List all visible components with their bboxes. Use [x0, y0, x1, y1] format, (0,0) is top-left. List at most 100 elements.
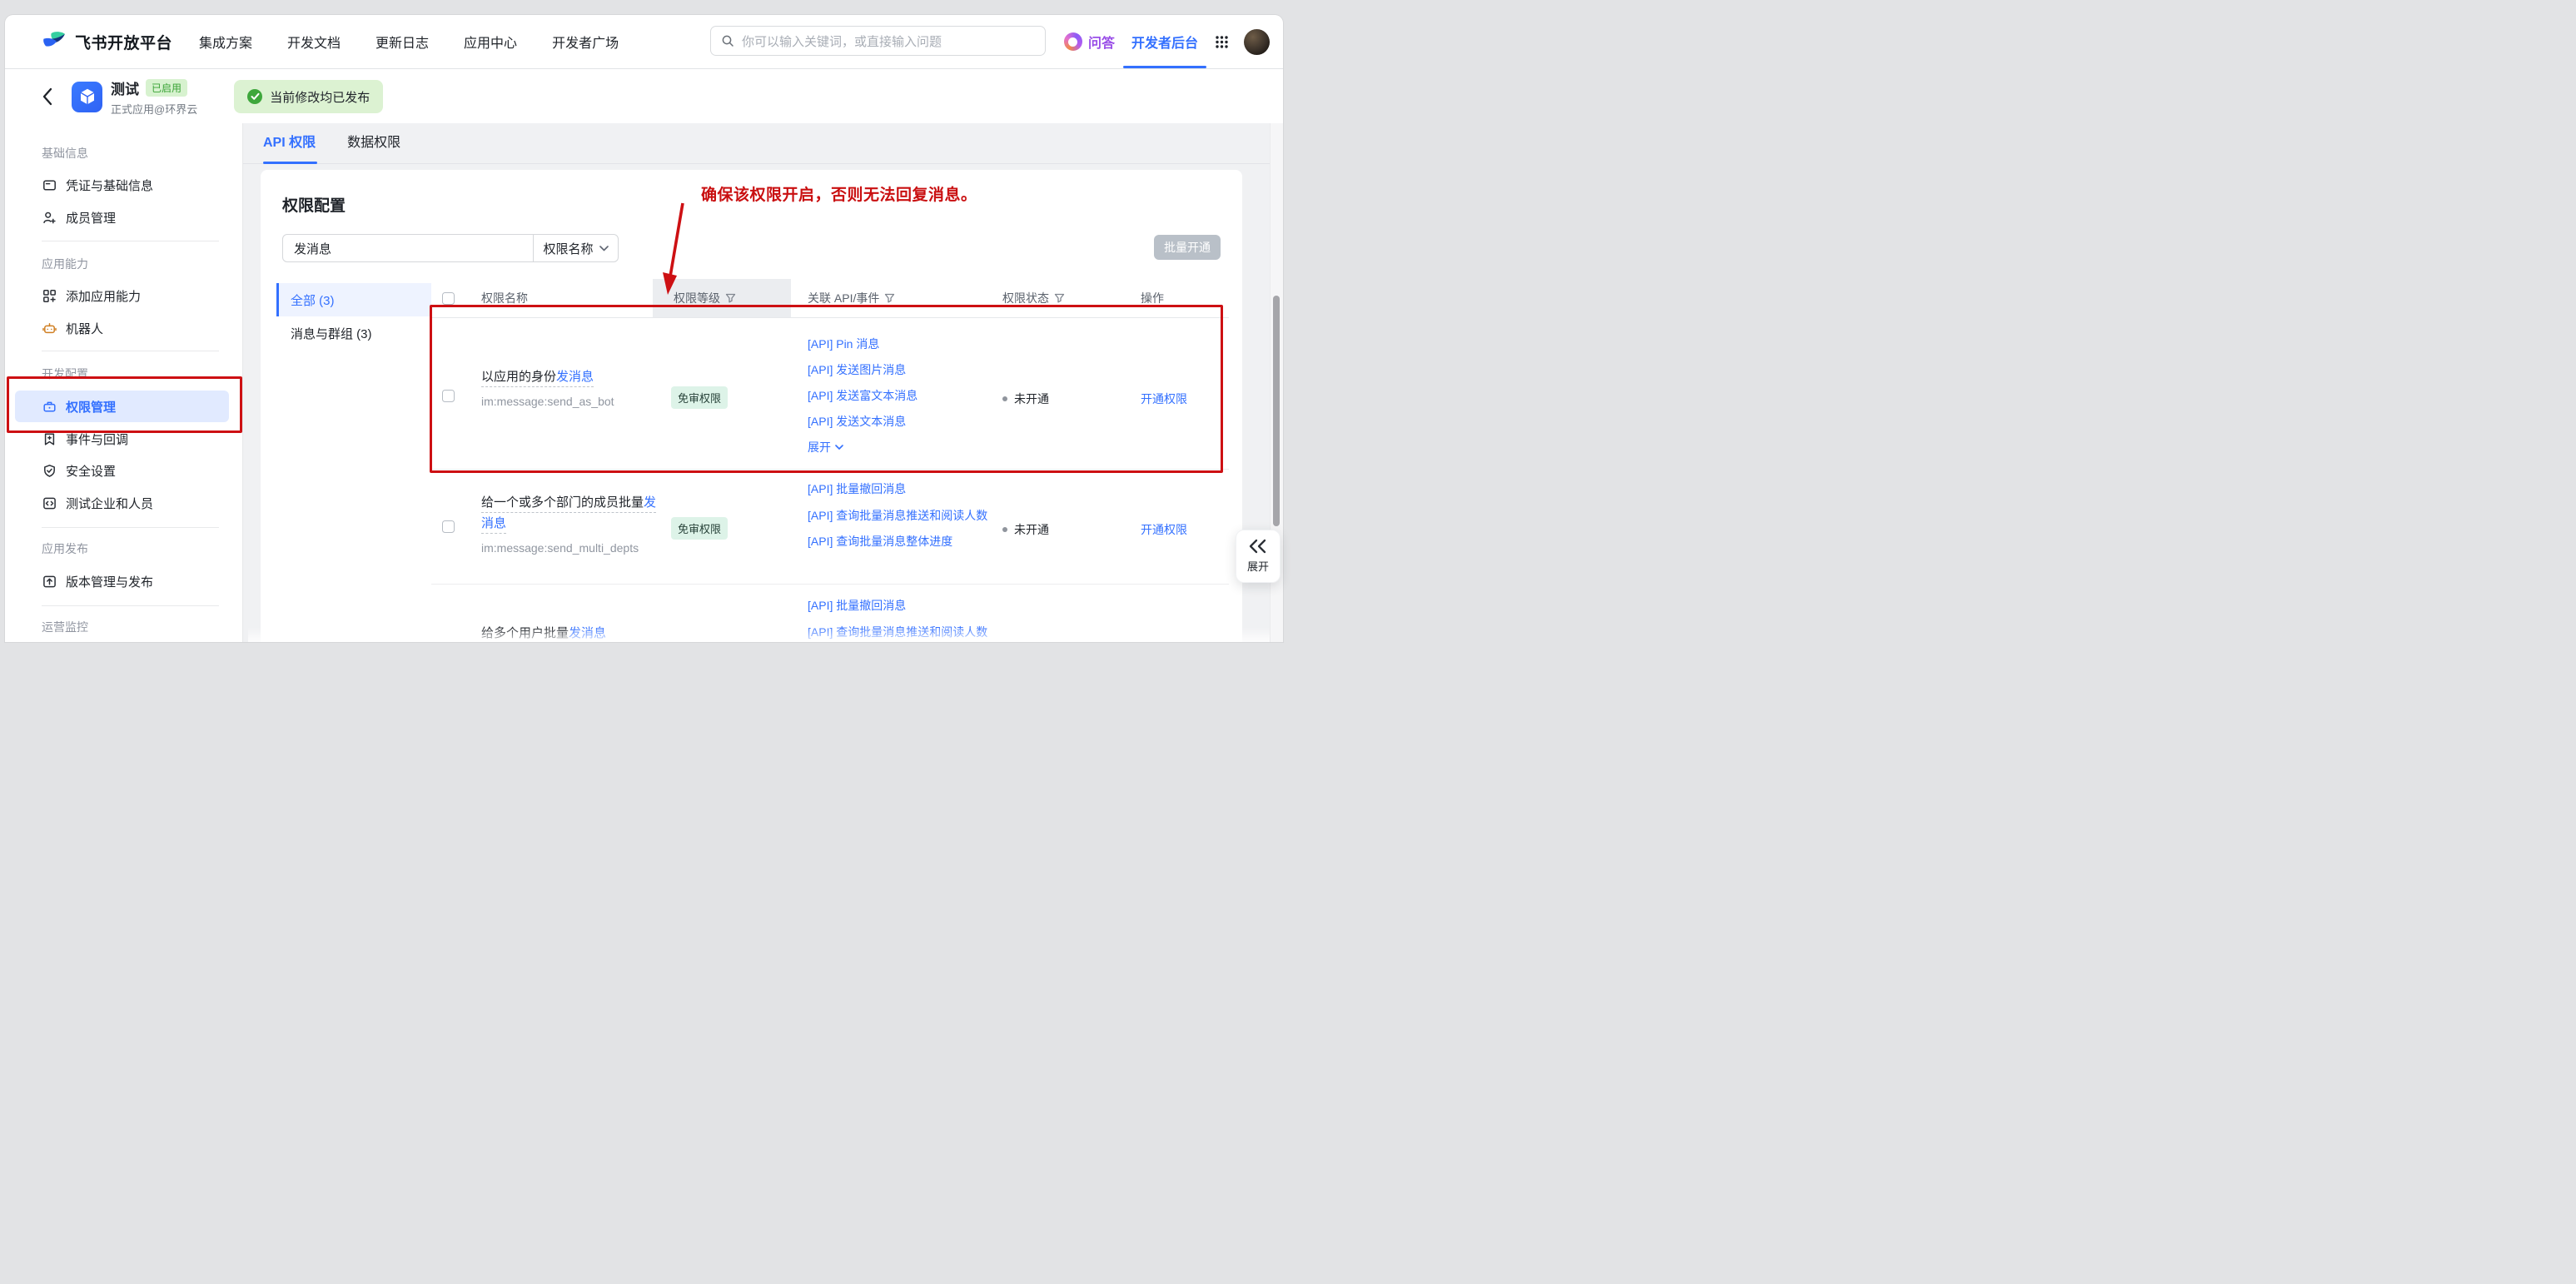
sidebar-item-test-org[interactable]: 测试企业和人员	[42, 493, 153, 513]
api-link[interactable]: [API] Pin 消息	[808, 331, 989, 357]
tab-api-permissions[interactable]: API 权限	[263, 123, 316, 163]
nav-link-dev-plaza[interactable]: 开发者广场	[552, 32, 619, 52]
sidebar-section-monitoring: 运营监控	[42, 619, 88, 635]
table-row: 给一个或多个部门的成员批量发消息 im:message:send_multi_d…	[431, 470, 1229, 585]
api-link[interactable]: [API] 批量撤回消息	[808, 593, 989, 619]
sidebar-item-members[interactable]: 成员管理	[42, 207, 116, 227]
header-permission-status: 权限状态	[1002, 279, 1065, 317]
permission-search-group: 发消息 权限名称	[282, 234, 619, 262]
filter-funnel-icon[interactable]	[1054, 293, 1065, 303]
sidebar-item-add-capability[interactable]: 添加应用能力	[42, 286, 141, 306]
bookmark-plus-icon	[42, 432, 57, 446]
sidebar-item-bot[interactable]: 机器人	[42, 318, 103, 338]
status-cell: 未开通	[1002, 391, 1049, 407]
expand-panel-button[interactable]: 展开	[1236, 530, 1281, 583]
permission-code: im:message:send_multi_depts	[481, 541, 658, 555]
header-actions: 操作	[1141, 279, 1164, 317]
publish-status-text: 当前修改均已发布	[270, 88, 370, 106]
permission-name-link[interactable]: 以应用的身份发消息	[481, 370, 594, 387]
api-link[interactable]: [API] 发送富文本消息	[808, 383, 989, 409]
sidebar-section-basic: 基础信息	[42, 145, 88, 162]
sidebar-section-dev-config: 开发配置	[42, 366, 88, 382]
sidebar-section-capabilities: 应用能力	[42, 256, 88, 272]
api-link[interactable]: [API] 发送图片消息	[808, 357, 989, 383]
nav-link-solutions[interactable]: 集成方案	[199, 32, 252, 52]
row-checkbox[interactable]	[442, 390, 455, 402]
sidebar: 基础信息 凭证与基础信息 成员管理 应用能力	[5, 123, 243, 642]
api-link[interactable]: [API] 查询批量消息整体进度	[808, 529, 989, 555]
permissions-table: 权限名称 权限等级 关联 API/事件	[431, 279, 1229, 642]
developer-console-link[interactable]: 开发者后台	[1130, 32, 1200, 52]
scrollbar-thumb[interactable]	[1273, 296, 1280, 526]
sidebar-divider	[42, 527, 219, 528]
user-plus-icon	[42, 211, 57, 225]
api-list: [API] 批量撤回消息 [API] 查询批量消息推送和阅读人数	[808, 593, 989, 642]
sidebar-item-security[interactable]: 安全设置	[42, 460, 116, 480]
sidebar-divider	[42, 605, 219, 606]
header-permission-name: 权限名称	[481, 279, 528, 317]
apps-grid-icon[interactable]	[1215, 35, 1229, 49]
status-dot-icon	[1002, 527, 1007, 532]
app-name: 测试	[111, 77, 139, 98]
shield-check-icon	[42, 464, 57, 478]
qa-link[interactable]: 问答	[1064, 32, 1115, 52]
permission-name-link[interactable]: 给一个或多个部门的成员批量发消息	[481, 495, 656, 534]
sidebar-item-events[interactable]: 事件与回调	[42, 429, 128, 449]
row-checkbox[interactable]	[442, 520, 455, 533]
level-badge: 免审权限	[671, 386, 728, 409]
chevron-down-icon	[835, 445, 843, 450]
sidebar-item-permissions[interactable]: 权限管理	[15, 391, 229, 422]
global-search-input[interactable]: 你可以输入关键词，或直接输入问题	[710, 26, 1046, 56]
category-message-group[interactable]: 消息与群组 (3)	[276, 316, 431, 350]
permission-code: im:message:send_as_bot	[481, 395, 658, 408]
chevron-down-icon	[599, 246, 609, 251]
sidebar-item-credentials[interactable]: 凭证与基础信息	[42, 175, 153, 195]
check-circle-icon	[247, 89, 262, 104]
search-placeholder: 你可以输入关键词，或直接输入问题	[742, 32, 942, 50]
tab-data-permissions[interactable]: 数据权限	[347, 123, 400, 163]
sidebar-item-version-release[interactable]: 版本管理与发布	[42, 571, 153, 591]
permission-config-card: 权限配置 发消息 权限名称 批量开通 全部 (3) 消息与群组 (3)	[261, 170, 1242, 642]
feishu-logo-icon	[42, 29, 67, 54]
annotation-text: 确保该权限开启，否则无法回复消息。	[701, 182, 977, 205]
enabled-status-badge: 已启用	[146, 79, 187, 97]
table-row: 以应用的身份发消息 im:message:send_as_bot 免审权限 [A…	[431, 318, 1229, 470]
api-link[interactable]: [API] 查询批量消息推送和阅读人数	[808, 619, 989, 642]
search-filter-select[interactable]: 权限名称	[534, 240, 618, 257]
permission-tabs: API 权限 数据权限	[243, 123, 1283, 164]
filter-funnel-icon[interactable]	[725, 293, 736, 303]
api-list: [API] Pin 消息 [API] 发送图片消息 [API] 发送富文本消息 …	[808, 331, 989, 460]
nav-link-changelog[interactable]: 更新日志	[375, 32, 429, 52]
api-link[interactable]: [API] 发送文本消息	[808, 409, 989, 435]
nav-link-docs[interactable]: 开发文档	[287, 32, 341, 52]
filter-funnel-icon[interactable]	[884, 293, 895, 303]
browser-window: 飞书开放平台 集成方案 开发文档 更新日志 应用中心 开发者广场 你可以输入关键…	[5, 15, 1283, 642]
header-permission-level: 权限等级	[674, 279, 736, 317]
permission-search-input[interactable]: 发消息	[283, 240, 533, 257]
expand-api-list-link[interactable]: 展开	[808, 435, 989, 460]
publish-status-pill: 当前修改均已发布	[234, 80, 383, 113]
permission-name-link[interactable]: 给多个用户批量发消息	[481, 626, 606, 642]
expand-panel-label: 展开	[1247, 558, 1269, 574]
back-button[interactable]	[42, 87, 53, 106]
api-link[interactable]: [API] 查询批量消息推送和阅读人数	[808, 502, 989, 529]
brand-title: 飞书开放平台	[75, 31, 172, 53]
api-link[interactable]: [API] 批量撤回消息	[808, 476, 989, 502]
header-related-api: 关联 API/事件	[808, 279, 895, 317]
grid-plus-icon	[42, 289, 57, 303]
enable-permission-link[interactable]: 开通权限	[1141, 391, 1187, 407]
category-all[interactable]: 全部 (3)	[276, 283, 431, 316]
double-chevron-left-icon	[1248, 539, 1268, 554]
nav-link-app-center[interactable]: 应用中心	[464, 32, 517, 52]
enable-permission-link[interactable]: 开通权限	[1141, 521, 1187, 538]
table-header: 权限名称 权限等级 关联 API/事件	[431, 279, 1229, 318]
code-box-icon	[42, 496, 57, 510]
active-tab-underline	[263, 162, 317, 164]
select-all-checkbox[interactable]	[442, 279, 455, 317]
user-avatar[interactable]	[1244, 29, 1270, 55]
permission-case-icon	[42, 400, 57, 414]
api-list: [API] 批量撤回消息 [API] 查询批量消息推送和阅读人数 [API] 查…	[808, 476, 989, 555]
upload-box-icon	[42, 575, 57, 589]
batch-enable-button[interactable]: 批量开通	[1154, 235, 1221, 260]
brand[interactable]: 飞书开放平台	[42, 15, 172, 68]
